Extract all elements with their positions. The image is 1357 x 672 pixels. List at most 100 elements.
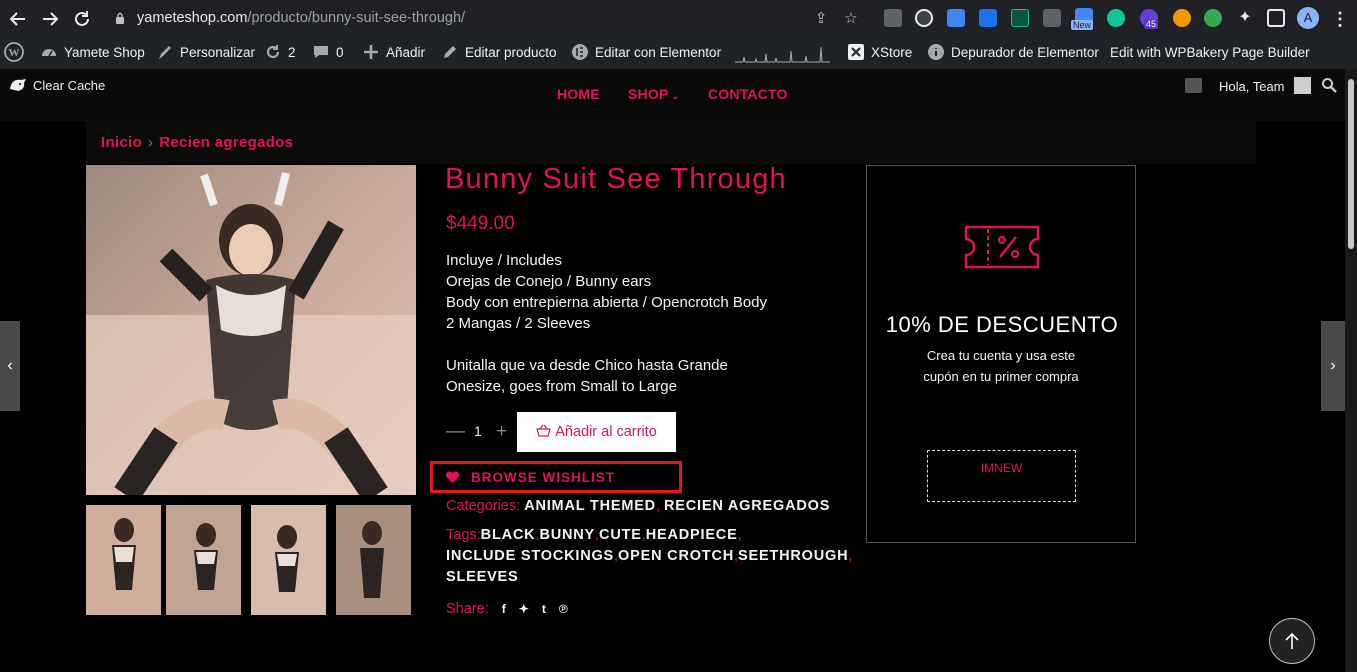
description-line: Orejas de Conejo / Bunny ears <box>446 273 652 290</box>
product-description: Incluye / Includes Orejas de Conejo / Bu… <box>446 250 767 397</box>
extension-counter-icon[interactable]: 45 <box>1140 9 1159 29</box>
customize-link[interactable]: Personalizar <box>156 37 255 69</box>
user-avatar <box>1294 77 1312 94</box>
menu-home[interactable]: HOME <box>557 86 600 102</box>
brush-icon <box>159 46 171 59</box>
extension-docs-icon[interactable] <box>947 9 965 27</box>
profile-avatar[interactable]: A <box>1297 7 1319 29</box>
promo-title: 10% DE DESCUENTO <box>885 312 1119 337</box>
bookmark-star-icon[interactable]: ☆ <box>843 11 859 27</box>
sidepanel-icon[interactable] <box>1267 9 1285 27</box>
new-content-link[interactable]: Añadir <box>362 37 425 69</box>
tag-link[interactable]: HEADPIECE <box>646 527 738 543</box>
url-text: yameteshop.com/producto/bunny-suit-see-t… <box>137 10 466 26</box>
extension-n-icon[interactable] <box>1011 9 1029 27</box>
extension-translate-icon[interactable] <box>979 9 997 27</box>
address-bar[interactable]: yameteshop.com/producto/bunny-suit-see-t… <box>103 5 873 32</box>
breadcrumb: Inicio › Recien agregados <box>86 121 1256 164</box>
add-to-cart-button[interactable]: Añadir al carrito <box>517 412 676 452</box>
browse-wishlist-link[interactable]: BROWSE WISHLIST <box>430 461 682 493</box>
tag-link[interactable]: BUNNY <box>539 527 595 543</box>
extensions-puzzle-icon[interactable]: ✦ <box>1236 9 1254 27</box>
tumblr-icon[interactable]: t <box>542 602 546 616</box>
forward-icon[interactable] <box>39 8 61 30</box>
dashboard-icon <box>42 49 56 57</box>
scrollbar-thumb[interactable] <box>1348 79 1354 249</box>
product-tags-continued: INCLUDE STOCKINGS,OPEN CROTCH,SEETHROUGH… <box>446 548 853 564</box>
tag-link[interactable]: SLEEVES <box>446 569 519 585</box>
coupon-ticket-icon <box>964 225 1040 269</box>
tag-link[interactable]: INCLUDE STOCKINGS <box>446 548 614 564</box>
wordpress-logo-icon[interactable]: W <box>4 37 24 69</box>
menu-contact[interactable]: CONTACTO <box>708 86 788 102</box>
tag-link[interactable]: SEETHROUGH <box>738 548 848 564</box>
comment-bubble-icon[interactable] <box>1185 78 1202 93</box>
basket-icon <box>536 424 552 437</box>
xstore-link[interactable]: XStore <box>847 37 912 69</box>
product-title: Bunny Suit See Through <box>445 163 787 195</box>
comments-link[interactable]: 0 <box>312 37 344 69</box>
product-price: $449.00 <box>446 213 515 234</box>
updates-link[interactable]: 2 <box>264 37 296 69</box>
back-to-top-button[interactable] <box>1269 618 1315 664</box>
chevron-right-icon: › <box>147 134 154 151</box>
pencil-icon <box>444 46 456 58</box>
extension-new-icon[interactable]: New <box>1071 8 1094 30</box>
minus-icon[interactable]: — <box>446 421 465 443</box>
extension-orange-icon[interactable] <box>1173 9 1191 27</box>
breadcrumb-current[interactable]: Recien agregados <box>159 134 293 151</box>
prev-product-arrow-icon[interactable]: ‹ <box>0 321 20 411</box>
reload-icon[interactable] <box>71 8 93 30</box>
next-product-arrow-icon[interactable]: › <box>1321 321 1345 411</box>
more-menu-icon[interactable]: ⋮ <box>1329 8 1351 30</box>
product-thumbnail[interactable] <box>251 505 326 615</box>
product-main-image[interactable] <box>86 165 416 495</box>
tag-link[interactable]: OPEN CROTCH <box>618 548 734 564</box>
site-name-link[interactable]: Yamete Shop <box>40 37 145 69</box>
svg-text:W: W <box>9 47 20 59</box>
description-line: Incluye / Includes <box>446 252 562 269</box>
coupon-code[interactable]: IMNEW <box>927 450 1076 502</box>
activity-graph-icon <box>735 46 830 63</box>
breadcrumb-home[interactable]: Inicio <box>101 134 142 151</box>
wp-admin-bar: W Yamete Shop Personalizar 2 0 Añadir Ed… <box>0 37 1357 69</box>
facebook-icon[interactable]: f <box>502 602 506 616</box>
account-greeting[interactable]: Hola, Team <box>1219 77 1312 94</box>
pinterest-icon[interactable]: ℗ <box>559 602 568 616</box>
description-line: Onesize, goes from Small to Large <box>446 378 677 395</box>
description-line: Unitalla que va desde Chico hasta Grande <box>446 357 728 374</box>
twitter-icon[interactable]: ✦ <box>519 602 529 616</box>
wpbakery-link[interactable]: Edit with WPBakery Page Builder <box>1110 37 1310 69</box>
discount-banner: 10% DE DESCUENTO Crea tu cuenta y usa es… <box>866 165 1136 543</box>
product-thumbnail[interactable] <box>86 505 161 615</box>
extension-leaf-icon[interactable] <box>1204 9 1222 27</box>
elementor-debugger-link[interactable]: Depurador de Elementor <box>927 37 1099 69</box>
extension-camera-icon[interactable] <box>1043 9 1061 27</box>
extension-recycle-icon[interactable] <box>884 9 902 27</box>
tag-link[interactable]: BLACK <box>481 527 536 543</box>
product-thumbnail[interactable] <box>336 505 411 615</box>
comment-icon <box>314 46 328 58</box>
back-icon[interactable] <box>7 8 29 30</box>
quantity-value[interactable]: 1 <box>474 423 482 439</box>
product-thumbnail[interactable] <box>166 505 241 615</box>
product-tags-continued: SLEEVES <box>446 569 519 585</box>
description-line <box>446 334 767 355</box>
share-icon[interactable]: ⇪ <box>813 11 829 27</box>
category-link[interactable]: ANIMAL THEMED <box>524 498 656 514</box>
edit-elementor-link[interactable]: Editar con Elementor <box>571 37 721 69</box>
grammarly-icon[interactable] <box>1107 9 1125 27</box>
clear-cache-link[interactable]: Clear Cache <box>8 77 105 93</box>
quantity-stepper: — 1 + <box>446 412 516 452</box>
edit-product-link[interactable]: Editar producto <box>441 37 557 69</box>
plus-icon[interactable]: + <box>496 421 507 443</box>
site-header: Clear Cache HOME SHOP ⌄ CONTACTO Hola, Te… <box>0 69 1357 121</box>
tag-link[interactable]: CUTE <box>599 527 642 543</box>
info-icon <box>928 44 944 60</box>
category-link[interactable]: RECIEN AGREGADOS <box>664 498 830 514</box>
menu-shop[interactable]: SHOP ⌄ <box>628 86 679 102</box>
arrow-up-icon <box>1285 632 1299 649</box>
extension-globe-icon[interactable] <box>915 9 933 27</box>
search-icon[interactable] <box>1321 77 1337 98</box>
scrollbar[interactable] <box>1345 69 1357 672</box>
